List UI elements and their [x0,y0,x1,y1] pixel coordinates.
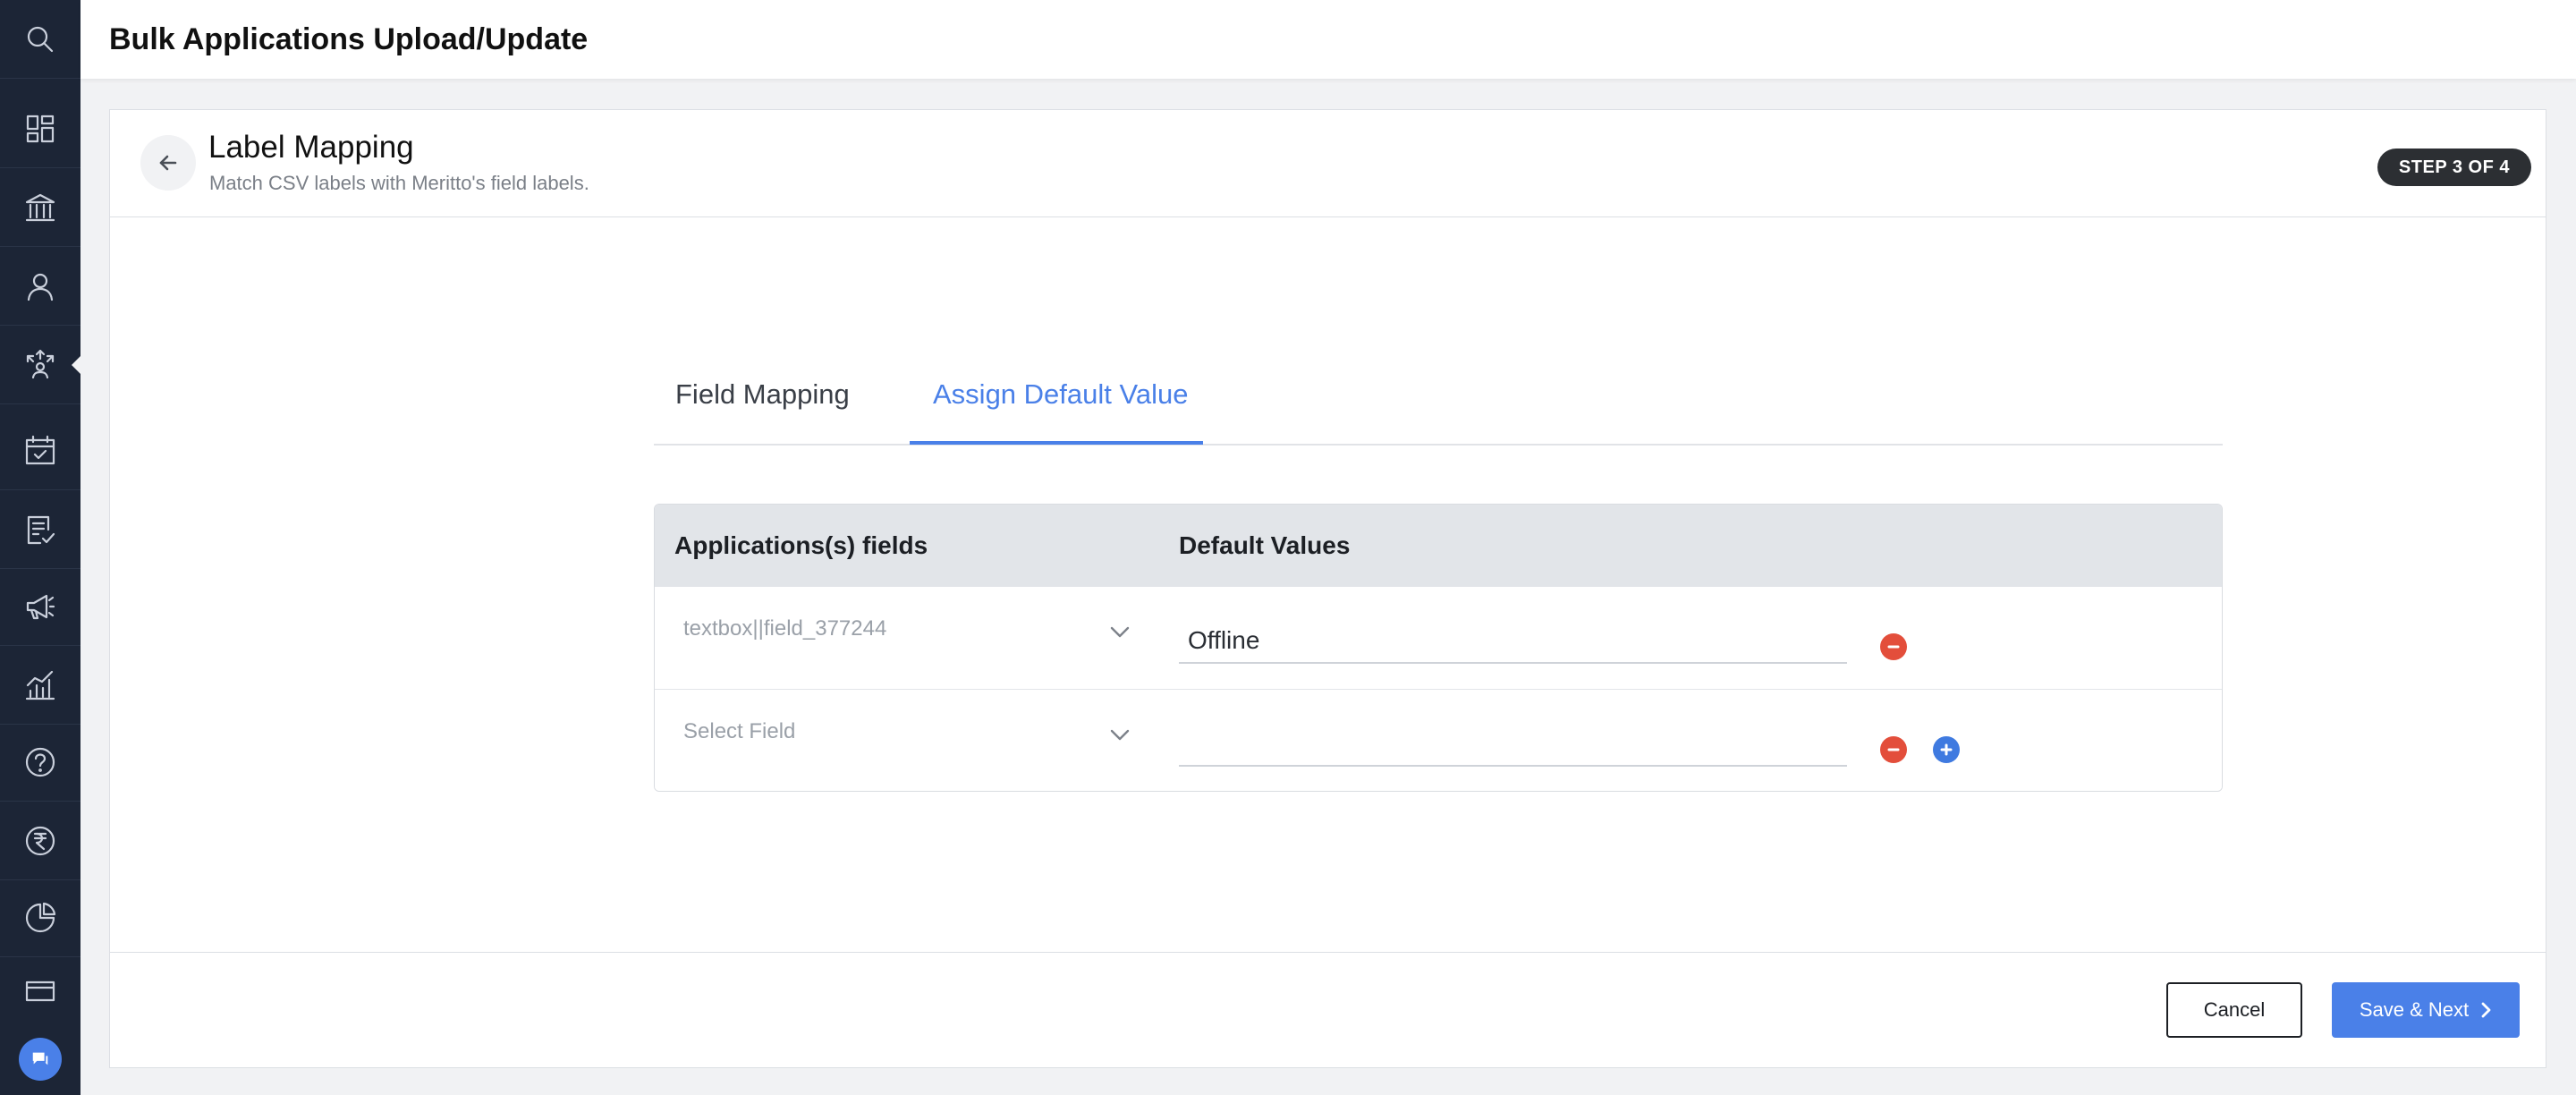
minus-icon [1887,645,1900,649]
sidebar-item-user[interactable] [0,247,80,326]
footer-divider [110,952,2546,953]
form-check-icon [27,515,55,544]
megaphone-icon [26,594,55,619]
section-title: Label Mapping [208,130,414,165]
field-select-value: textbox||field_377244 [683,616,887,641]
sidebar-item-help[interactable] [0,723,80,802]
dashboard-icon [26,115,55,142]
search-icon [27,26,54,52]
field-select-placeholder: Select Field [683,719,796,743]
tabs-divider [654,444,2223,446]
plus-icon [1940,743,1953,756]
minus-icon [1887,748,1900,751]
chevron-down-icon [1109,621,1131,646]
default-value-input[interactable] [1179,702,1847,767]
institution-icon [25,193,55,221]
remove-row-button[interactable] [1880,736,1907,763]
chevron-right-icon [2481,1002,2491,1018]
column-header-default-values: Default Values [1179,531,1351,559]
table-header: Applications(s) fields Default Values [655,505,2222,587]
sidebar-item-search[interactable] [0,0,80,79]
save-next-label: Save & Next [2359,998,2470,1021]
sidebar-item-analytics[interactable] [0,646,80,725]
remove-row-button[interactable] [1880,633,1907,660]
sidebar-item-billing[interactable] [0,955,80,1027]
sidebar-item-dashboard[interactable] [0,89,80,168]
sidebar-item-network[interactable] [0,326,80,404]
card-header: Label Mapping Match CSV labels with Meri… [110,110,2546,217]
active-tab-indicator [910,441,1203,445]
user-icon [27,273,54,301]
sidebar-item-institution[interactable] [0,168,80,247]
default-value-input[interactable] [1179,599,1847,664]
tab-assign-default-value[interactable]: Assign Default Value [911,378,1209,434]
help-icon [25,747,55,777]
label-mapping-card: Label Mapping Match CSV labels with Meri… [109,109,2546,1068]
sidebar-item-reports[interactable] [0,879,80,957]
sidebar [0,0,80,1095]
column-header-fields: Applications(s) fields [674,531,928,559]
network-icon [26,349,55,378]
default-values-table: Applications(s) fields Default Values te… [654,504,2223,792]
add-row-button[interactable] [1933,736,1960,763]
page-title: Bulk Applications Upload/Update [109,21,589,56]
sidebar-item-calendar[interactable] [0,412,80,490]
chat-button[interactable] [19,1038,62,1081]
top-header: Bulk Applications Upload/Update [80,0,2576,79]
back-button[interactable] [140,135,196,191]
step-badge: STEP 3 OF 4 [2377,149,2531,186]
field-select[interactable]: textbox||field_377244 [683,607,1131,651]
analytics-icon [25,670,55,700]
card-icon [25,980,55,1002]
table-row: Select Field [655,690,2222,791]
save-next-button[interactable]: Save & Next [2332,982,2520,1038]
calendar-check-icon [25,435,55,464]
pie-chart-icon [25,902,56,932]
section-subtitle: Match CSV labels with Meritto's field la… [209,172,589,194]
field-select[interactable]: Select Field [683,709,1131,754]
chat-icon [32,1052,48,1065]
sidebar-item-campaigns[interactable] [0,567,80,646]
sidebar-item-payments[interactable] [0,802,80,880]
table-row: textbox||field_377244 [655,587,2222,690]
tab-field-mapping[interactable]: Field Mapping [675,378,850,434]
sidebar-item-forms[interactable] [0,490,80,569]
cancel-button[interactable]: Cancel [2166,982,2302,1038]
rupee-icon [25,826,55,855]
arrow-left-icon [159,155,177,171]
chevron-down-icon [1109,724,1131,749]
